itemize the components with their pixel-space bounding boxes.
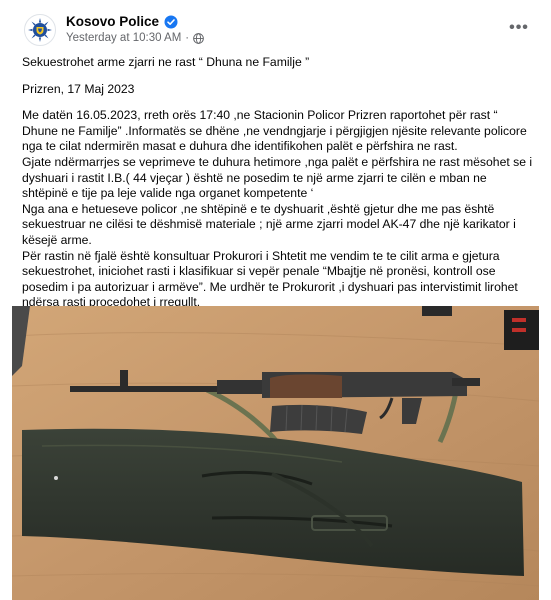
- author-row: Kosovo Police: [66, 14, 178, 29]
- post-paragraph: Me datën 16.05.2023, rreth orës 17:40 ,n…: [22, 108, 527, 154]
- post-photo[interactable]: [12, 306, 539, 600]
- more-options-button[interactable]: •••: [507, 18, 531, 38]
- post-header: Kosovo Police Yesterday at 10:30 AM · ••…: [14, 12, 537, 52]
- facebook-post-card: Kosovo Police Yesterday at 10:30 AM · ••…: [0, 0, 551, 600]
- globe-icon[interactable]: [193, 32, 205, 44]
- post-place-date: Prizren, 17 Maj 2023: [22, 81, 135, 96]
- page-name[interactable]: Kosovo Police: [66, 14, 159, 29]
- post-paragraph: Gjate ndërmarrjes se veprimeve te duhura…: [22, 154, 533, 201]
- meta-separator: ·: [185, 32, 190, 44]
- post-meta: Yesterday at 10:30 AM ·: [66, 32, 205, 44]
- post-timestamp[interactable]: Yesterday at 10:30 AM: [66, 32, 181, 44]
- post-message: Sekuestrohet arme zjarri ne rast “ Dhuna…: [22, 55, 534, 311]
- verified-badge-icon: [164, 15, 178, 29]
- more-options-icon: •••: [509, 19, 529, 36]
- post-paragraph: Nga ana e hetueseve policor ,ne shtëpinë…: [22, 201, 516, 247]
- post-headline: Sekuestrohet arme zjarri ne rast “ Dhuna…: [22, 55, 310, 69]
- seized-rifle-photo: [12, 306, 539, 600]
- page-avatar[interactable]: [24, 14, 56, 46]
- post-paragraph: Për rastin në fjalë është konsultuar Pro…: [22, 248, 518, 310]
- police-badge-logo: [27, 17, 53, 43]
